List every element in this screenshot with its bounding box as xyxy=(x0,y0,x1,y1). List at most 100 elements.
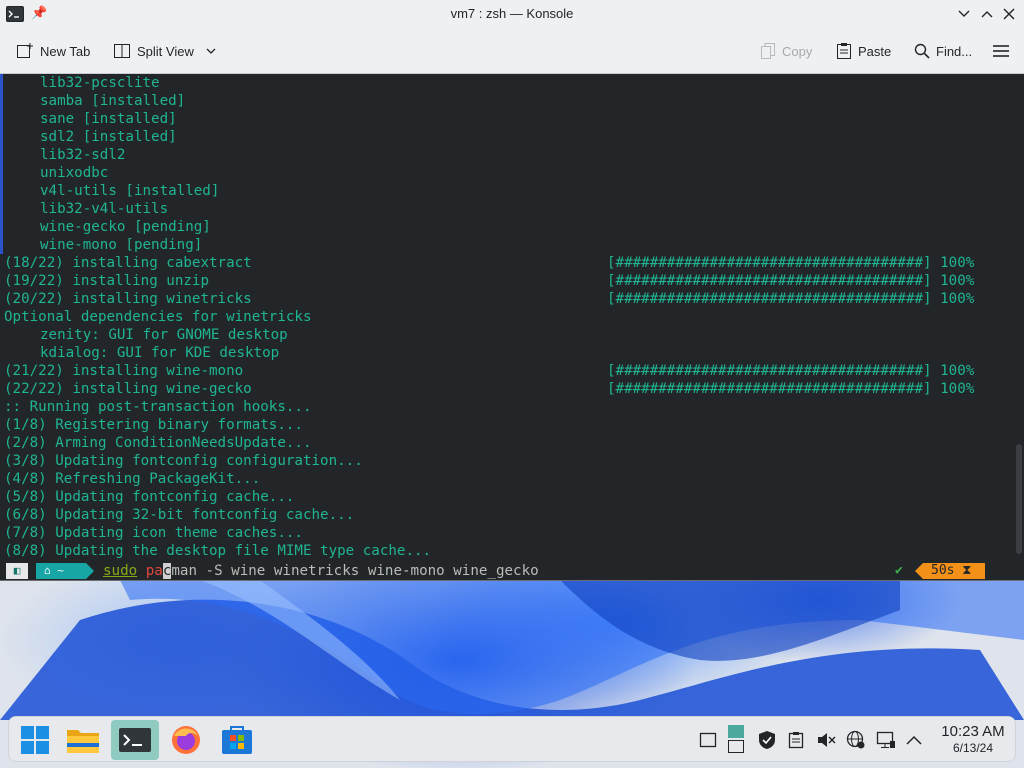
split-view-icon xyxy=(114,44,130,58)
terminal-line: kdialog: GUI for KDE desktop xyxy=(40,345,280,361)
terminal-line: (7/8) Updating icon theme caches... xyxy=(4,525,303,541)
duration-badge: 50s ⧗ xyxy=(915,563,985,579)
search-icon xyxy=(914,43,930,59)
terminal-line: :: Running post-transaction hooks... xyxy=(4,399,312,415)
windows-start-icon xyxy=(21,726,49,754)
display-tray-button[interactable] xyxy=(875,729,897,751)
terminal-line: lib32-v4l-utils xyxy=(40,201,169,217)
title-bar[interactable]: 📌 vm7 : zsh — Konsole xyxy=(0,0,1024,29)
close-icon xyxy=(1003,8,1015,20)
clipboard-tray-button[interactable] xyxy=(785,729,807,751)
copy-icon xyxy=(761,43,775,59)
command-pa: pa xyxy=(145,563,163,579)
firefox-button[interactable] xyxy=(162,720,210,760)
terminal-line: unixodbc xyxy=(40,165,109,181)
terminal-line: wine-gecko [pending] xyxy=(40,219,211,235)
progress-bar-text: [####################################] 1… xyxy=(607,255,975,271)
terminal-line: (3/8) Updating fontconfig configuration.… xyxy=(4,453,363,469)
folder-icon xyxy=(67,730,99,753)
terminal-line: (18/22) installing cabextract xyxy=(4,255,252,271)
status-ok-icon: ✔ xyxy=(895,563,903,578)
terminal-line: v4l-utils [installed] xyxy=(40,183,220,199)
terminal-line: (5/8) Updating fontconfig cache... xyxy=(4,489,295,505)
konsole-window: 📌 vm7 : zsh — Konsole New Tab Split View… xyxy=(0,0,1024,581)
terminal-line: (6/8) Updating 32-bit fontconfig cache..… xyxy=(4,507,355,523)
virtual-desktop-icon xyxy=(728,725,744,753)
find-label: Find... xyxy=(936,43,973,59)
show-hidden-icons-button[interactable] xyxy=(903,729,925,751)
terminal-line: lib32-pcsclite xyxy=(40,75,160,91)
network-tray-button[interactable] xyxy=(845,729,867,751)
progress-bar-text: [####################################] 1… xyxy=(607,381,975,397)
command-sudo: sudo xyxy=(103,563,138,579)
terminal-line: Optional dependencies for winetricks xyxy=(4,309,312,325)
digital-clock[interactable]: 10:23 AM 6/13/24 xyxy=(933,722,1013,756)
globe-icon xyxy=(846,730,865,749)
prompt-directory: ⌂ ~ xyxy=(36,563,94,579)
terminal-line: (19/22) installing unzip xyxy=(4,273,209,289)
show-desktop-button[interactable] xyxy=(697,729,719,751)
store-icon xyxy=(222,726,252,754)
clipboard-icon xyxy=(788,732,804,749)
firefox-icon xyxy=(172,726,200,754)
command-rest: man -S wine winetricks wine-mono wine_ge… xyxy=(171,563,539,579)
terminal-icon xyxy=(119,728,151,752)
monitor-icon xyxy=(876,731,895,748)
start-menu-button[interactable] xyxy=(11,720,59,760)
maximize-button[interactable] xyxy=(978,5,996,23)
volume-tray-button[interactable] xyxy=(815,729,837,751)
shield-icon xyxy=(759,731,775,749)
find-button[interactable]: Find... xyxy=(914,40,972,62)
copy-label: Copy xyxy=(782,43,813,59)
volume-muted-icon xyxy=(818,733,836,747)
security-tray-button[interactable] xyxy=(756,729,778,751)
konsole-task-button[interactable] xyxy=(111,720,159,760)
chevron-down-icon xyxy=(958,10,970,17)
terminal-line: sane [installed] xyxy=(40,111,177,127)
hamburger-menu-icon xyxy=(993,45,1009,57)
paste-button[interactable]: Paste xyxy=(836,40,891,62)
file-manager-button[interactable] xyxy=(59,720,107,760)
terminal-line: wine-mono [pending] xyxy=(40,237,203,253)
split-view-button[interactable]: Split View xyxy=(113,40,216,62)
terminal-line: (20/22) installing winetricks xyxy=(4,291,252,307)
split-view-label: Split View xyxy=(137,43,194,59)
terminal-line: (8/8) Updating the desktop file MIME typ… xyxy=(4,543,432,559)
taskbar: 10:23 AM 6/13/24 xyxy=(8,716,1016,762)
terminal-line: sdl2 [installed] xyxy=(40,129,177,145)
terminal-output[interactable]: lib32-pcsclite samba [installed] sane [i… xyxy=(0,74,1024,580)
terminal-line: lib32-sdl2 xyxy=(40,147,126,163)
window-title: vm7 : zsh — Konsole xyxy=(450,6,574,21)
close-button[interactable] xyxy=(1000,5,1018,23)
os-logo-icon: ◧ xyxy=(6,563,28,579)
terminal-line: (4/8) Refreshing PackageKit... xyxy=(4,471,261,487)
terminal-line: (21/22) installing wine-mono xyxy=(4,363,244,379)
chevron-up-icon xyxy=(906,735,922,745)
shell-prompt[interactable]: ◧ ⌂ ~ sudo pacman -S wine winetricks win… xyxy=(0,562,1024,580)
new-tab-label: New Tab xyxy=(40,43,91,59)
scroll-region-marker xyxy=(0,74,3,254)
command-input[interactable]: sudo pacman -S wine winetricks wine-mono… xyxy=(103,562,539,580)
scrollbar[interactable] xyxy=(1016,444,1022,554)
window-icon xyxy=(699,732,717,748)
prompt-dir-label: ~ xyxy=(57,564,64,577)
clock-time: 10:23 AM xyxy=(941,723,1005,740)
clock-date: 6/13/24 xyxy=(952,741,994,755)
terminal-line: zenity: GUI for GNOME desktop xyxy=(40,327,288,343)
copy-button[interactable]: Copy xyxy=(760,40,812,62)
progress-bar-text: [####################################] 1… xyxy=(607,291,975,307)
pager-button[interactable] xyxy=(725,723,747,755)
minimize-button[interactable] xyxy=(955,5,973,23)
hamburger-menu-button[interactable] xyxy=(992,40,1010,62)
paste-label: Paste xyxy=(858,43,892,59)
terminal-line: samba [installed] xyxy=(40,93,186,109)
toolbar: New Tab Split View Copy Paste Find... xyxy=(0,29,1024,74)
chevron-up-icon xyxy=(981,11,993,18)
progress-bar-text: [####################################] 1… xyxy=(607,363,975,379)
progress-bar-text: [####################################] 1… xyxy=(607,273,975,289)
new-tab-icon xyxy=(17,43,33,58)
paste-icon xyxy=(837,43,851,59)
chevron-down-icon xyxy=(206,48,216,54)
new-tab-button[interactable]: New Tab xyxy=(16,40,90,62)
store-button[interactable] xyxy=(213,720,261,760)
